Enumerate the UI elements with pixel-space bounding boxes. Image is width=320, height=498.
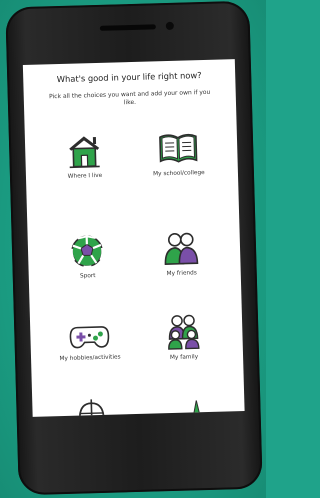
choice-my-friends[interactable]: My friends <box>136 229 227 278</box>
gamepad-icon <box>69 326 110 349</box>
phone-frame: What's good in your life right now? Pick… <box>5 0 263 496</box>
front-camera <box>165 21 174 31</box>
speaker-grille <box>99 24 156 31</box>
choice-label: Sport <box>79 273 96 280</box>
choice-label: My friends <box>166 270 197 278</box>
phone-top-bezel <box>5 1 251 68</box>
choice-school-college[interactable]: My school/college <box>133 129 224 178</box>
choice-my-family[interactable]: My family <box>138 311 229 362</box>
phone-bottom-bezel <box>17 421 263 496</box>
friends-icon <box>164 232 199 265</box>
choice-label: My school/college <box>153 169 205 178</box>
choice-label: Where I live <box>67 172 103 180</box>
choice-where-i-live[interactable]: Where I live <box>39 132 130 181</box>
choice-sport[interactable]: Sport <box>42 232 133 281</box>
partial-next-icon-right <box>193 400 201 415</box>
football-icon <box>70 235 104 268</box>
family-icon <box>168 314 200 350</box>
partial-next-icon-left <box>78 399 105 417</box>
house-icon <box>69 136 100 169</box>
choice-hobbies-activities[interactable]: My hobbies/activities <box>44 320 135 363</box>
choice-label: My hobbies/activities <box>59 354 121 363</box>
page-title: What's good in your life right now? <box>56 70 202 85</box>
app-screen: What's good in your life right now? Pick… <box>22 59 245 417</box>
instructions-text: Pick all the choices you want and add yo… <box>48 88 211 107</box>
choice-label: My family <box>169 354 199 362</box>
book-icon <box>159 133 198 163</box>
